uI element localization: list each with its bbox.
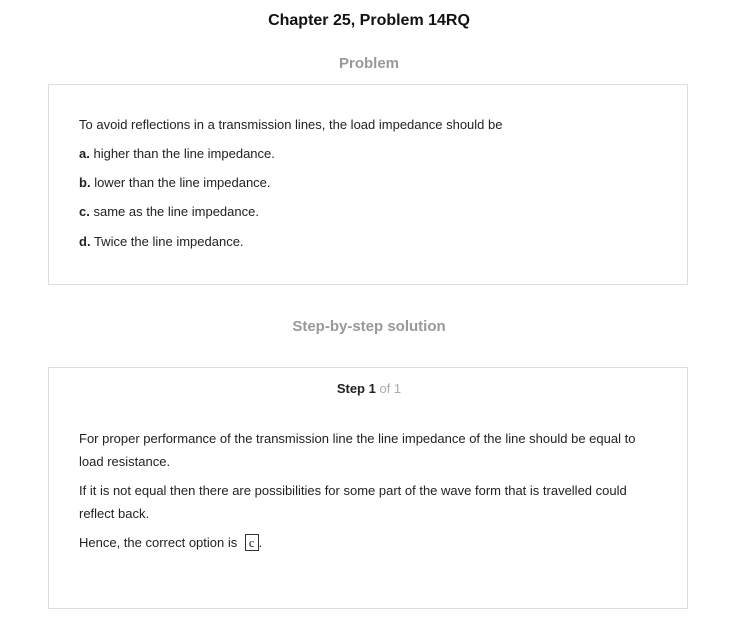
option-c: c. same as the line impedance.	[79, 204, 259, 219]
option-b: b. lower than the line impedance.	[79, 175, 271, 190]
page-title: Chapter 25, Problem 14RQ	[268, 12, 470, 29]
solution-para-3: Hence, the correct option is c.	[79, 534, 263, 551]
answer-box: c	[244, 534, 259, 551]
step-header: Step 1 of 1	[336, 381, 402, 396]
option-a: a. higher than the line impedance.	[79, 146, 275, 161]
solution-para-2: If it is not equal then there are possib…	[79, 483, 627, 521]
solution-heading: Step-by-step solution	[292, 318, 446, 335]
problem-heading: Problem	[338, 55, 399, 72]
question-text: To avoid reflections in a transmission l…	[79, 117, 503, 132]
solution-para-1: For proper performance of the transmissi…	[79, 431, 636, 469]
option-d: d. Twice the line impedance.	[79, 234, 244, 249]
